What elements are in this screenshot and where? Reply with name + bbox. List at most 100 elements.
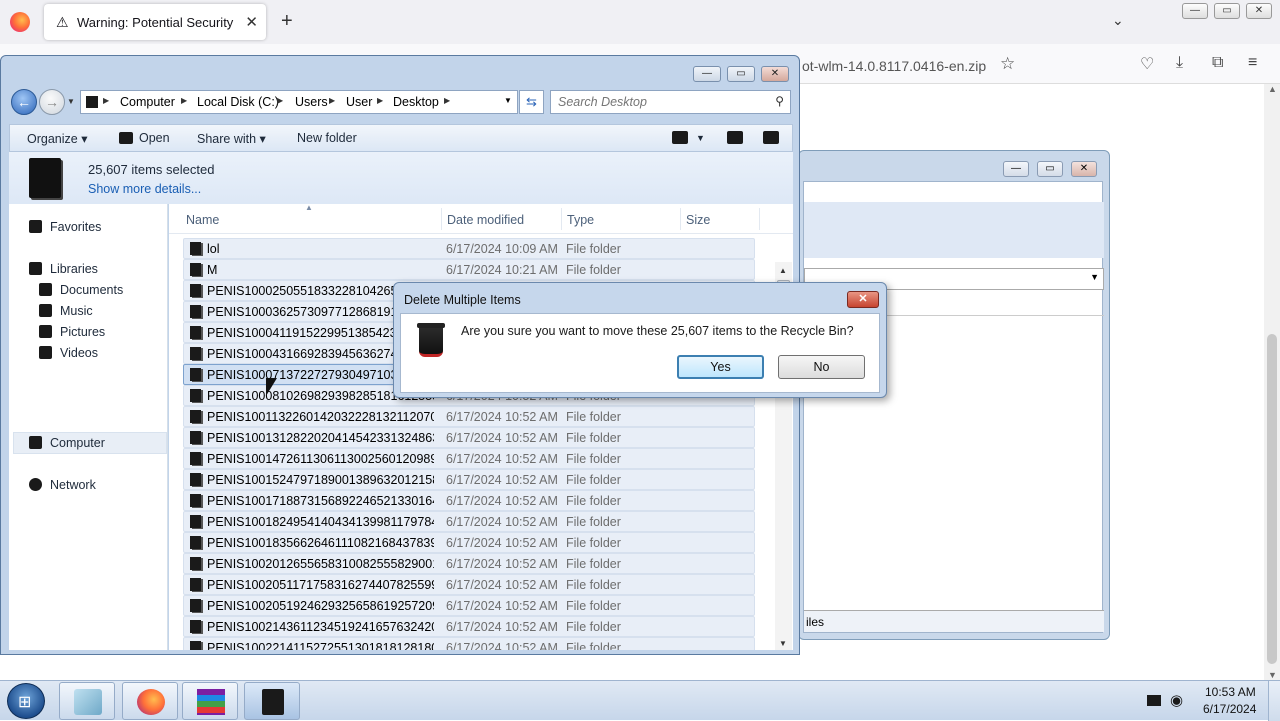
show-desktop-button[interactable] <box>1268 681 1280 721</box>
table-row[interactable]: PENIS10022141152725513018181281801 83...… <box>183 637 755 650</box>
table-row[interactable]: PENIS10018249541404341399811797846 87...… <box>183 511 755 532</box>
bookmark-star-icon[interactable]: ☆ <box>1000 54 1015 74</box>
file-date: 6/17/2024 10:52 AM <box>446 557 558 571</box>
browser-minimize-button[interactable]: — <box>1182 3 1208 19</box>
file-type: File folder <box>566 410 621 424</box>
nav-computer[interactable]: Computer <box>29 436 105 450</box>
preview-pane-icon[interactable] <box>727 131 743 144</box>
table-row[interactable]: lol 6/17/2024 10:09 AM File folder <box>183 238 755 259</box>
view-options-dropdown[interactable]: ▼ <box>696 133 705 143</box>
nav-music-label: Music <box>60 304 93 318</box>
refresh-button[interactable]: ⇆ <box>519 90 544 114</box>
share-with-button[interactable]: Share with ▾ <box>197 131 266 146</box>
explorer-minimize-button[interactable]: — <box>693 66 721 82</box>
scroll-up-icon[interactable]: ▲ <box>779 266 787 275</box>
breadcrumb-user[interactable]: User <box>346 95 372 109</box>
downloads-icon[interactable]: ⤓ <box>1176 54 1183 72</box>
bg-maximize-button[interactable]: ▭ <box>1037 161 1063 177</box>
scroll-down-icon[interactable]: ▼ <box>1268 670 1277 680</box>
table-row[interactable]: PENIS10020126556583100825558290012 218..… <box>183 553 755 574</box>
help-icon[interactable] <box>763 131 779 144</box>
table-row[interactable]: PENIS10013128220204145423313248638 45...… <box>183 427 755 448</box>
start-button[interactable]: ⊞ <box>7 683 45 719</box>
documents-icon <box>39 283 52 296</box>
list-all-tabs-icon[interactable]: ⌄ <box>1112 12 1124 29</box>
table-row[interactable]: PENIS10015247971890013896320121582 62...… <box>183 469 755 490</box>
table-row[interactable]: M 6/17/2024 10:21 AM File folder <box>183 259 755 280</box>
yes-button[interactable]: Yes <box>677 355 764 379</box>
nav-documents[interactable]: Documents <box>39 283 123 297</box>
browser-restore-button[interactable]: ▭ <box>1214 3 1240 19</box>
tab-close-icon[interactable]: ✕ <box>245 13 258 31</box>
table-row[interactable]: PENIS10021436112345192416576324202 13...… <box>183 616 755 637</box>
change-view-icon[interactable] <box>672 131 688 144</box>
browser-scrollbar[interactable]: ▲ ▼ <box>1264 84 1280 680</box>
column-divider[interactable] <box>561 208 562 230</box>
nav-libraries[interactable]: Libraries <box>29 262 98 276</box>
recent-pages-dropdown[interactable]: ▼ <box>67 97 75 106</box>
bg-close-button[interactable]: ✕ <box>1071 161 1097 177</box>
bg-footer: iles <box>804 610 1104 632</box>
column-size[interactable]: Size <box>686 213 710 227</box>
column-divider[interactable] <box>441 208 442 230</box>
breadcrumb-desktop[interactable]: Desktop <box>393 95 439 109</box>
network-tray-icon[interactable]: ◉ <box>1170 691 1183 709</box>
address-dropdown-icon[interactable]: ▼ <box>504 96 512 105</box>
open-button[interactable]: Open <box>119 131 170 145</box>
breadcrumb-local-disk[interactable]: Local Disk (C:) <box>197 95 279 109</box>
breadcrumb-computer[interactable]: Computer <box>120 95 175 109</box>
taskbar-file-explorer-button[interactable] <box>59 682 115 720</box>
table-row[interactable]: PENIS10020511717583162744078255991 63...… <box>183 574 755 595</box>
nav-favorites[interactable]: Favorites <box>29 220 101 234</box>
organize-button[interactable]: Organize ▾ <box>27 131 87 146</box>
scroll-thumb[interactable] <box>1267 334 1277 664</box>
table-row[interactable]: PENIS10011322601420322281321120703 29...… <box>183 406 755 427</box>
scroll-down-icon[interactable]: ▼ <box>779 639 787 648</box>
clock-date[interactable]: 6/17/2024 <box>1203 702 1256 716</box>
table-row[interactable]: PENIS10017188731568922465213301648 52...… <box>183 490 755 511</box>
pocket-icon[interactable]: ♡ <box>1140 54 1154 74</box>
nav-videos[interactable]: Videos <box>39 346 98 360</box>
bg-minimize-button[interactable]: — <box>1003 161 1029 177</box>
explorer-close-button[interactable]: ✕ <box>761 66 789 82</box>
clock-time[interactable]: 10:53 AM <box>1205 685 1256 699</box>
search-icon[interactable]: ⚲ <box>775 94 784 108</box>
url-bar[interactable]: ot-wlm-14.0.8117.0416-en.zip <box>790 50 1030 80</box>
breadcrumb-users[interactable]: Users <box>295 95 328 109</box>
back-button[interactable]: ← <box>11 89 37 115</box>
show-more-details-link[interactable]: Show more details... <box>88 182 201 196</box>
dialog-close-button[interactable]: ✕ <box>847 291 879 308</box>
browser-tab-active[interactable]: ⚠ Warning: Potential Security Risk Ahead… <box>44 4 266 40</box>
nav-music[interactable]: Music <box>39 304 93 318</box>
forward-button[interactable]: → <box>39 89 65 115</box>
taskbar-explorer-window-button[interactable] <box>244 682 300 720</box>
extensions-icon[interactable]: ⧉ <box>1212 54 1223 72</box>
scroll-up-icon[interactable]: ▲ <box>1268 84 1277 94</box>
browser-close-button[interactable]: ✕ <box>1246 3 1272 19</box>
no-button[interactable]: No <box>778 355 865 379</box>
column-date-modified[interactable]: Date modified <box>447 213 524 227</box>
new-folder-button[interactable]: New folder <box>297 131 357 145</box>
action-center-icon[interactable] <box>1147 695 1161 706</box>
table-row[interactable]: PENIS10020519246293256586192572098 47...… <box>183 595 755 616</box>
column-divider[interactable] <box>680 208 681 230</box>
breadcrumb-separator: ▶ <box>103 96 110 105</box>
taskbar-winrar-button[interactable] <box>182 682 238 720</box>
search-box[interactable]: ⚲ <box>550 90 791 114</box>
file-date: 6/17/2024 10:52 AM <box>446 431 558 445</box>
address-bar[interactable]: ▶ Computer ▶ Local Disk (C:) ▶ Users ▶ U… <box>80 90 518 114</box>
folder-icon <box>190 557 201 570</box>
table-row[interactable]: PENIS10014726113061130025601209892 06...… <box>183 448 755 469</box>
taskbar-firefox-button[interactable] <box>122 682 178 720</box>
nav-network[interactable]: Network <box>29 478 96 492</box>
menu-icon[interactable]: ≡ <box>1248 54 1257 72</box>
column-name[interactable]: Name <box>186 213 219 227</box>
nav-pictures[interactable]: Pictures <box>39 325 105 339</box>
table-row[interactable]: PENIS10018356626461110821684378394 49...… <box>183 532 755 553</box>
search-input[interactable] <box>551 91 761 113</box>
breadcrumb-separator: ▶ <box>377 96 384 105</box>
column-divider[interactable] <box>759 208 760 230</box>
new-tab-button[interactable]: + <box>281 10 293 33</box>
column-type[interactable]: Type <box>567 213 594 227</box>
explorer-maximize-button[interactable]: ▭ <box>727 66 755 82</box>
